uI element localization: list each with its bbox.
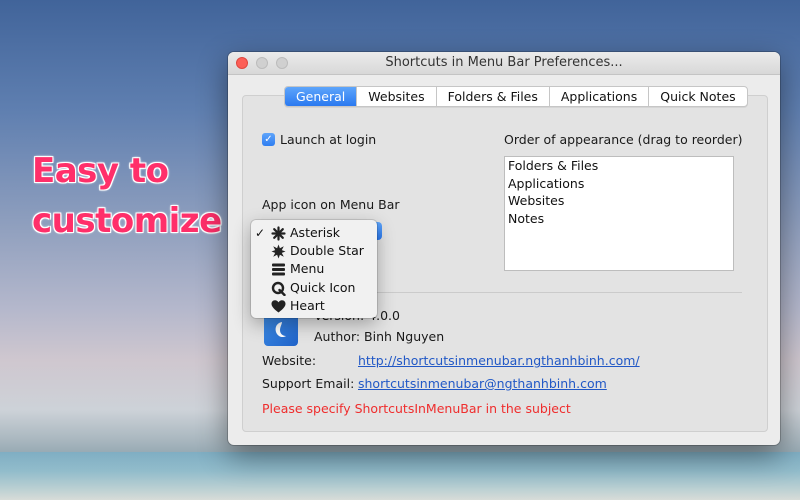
- website-label: Website:: [262, 353, 317, 368]
- app-icon-label: App icon on Menu Bar: [262, 197, 400, 212]
- app-logo-glyph: [275, 322, 286, 338]
- promo-line-2: customize: [32, 201, 222, 241]
- menu-item-asterisk[interactable]: ✓ Asterisk: [251, 224, 377, 242]
- support-email-link[interactable]: shortcutsinmenubar@ngthanhbinh.com: [358, 376, 607, 391]
- tab-applications[interactable]: Applications: [548, 87, 648, 106]
- menu-item-quick-icon[interactable]: Quick Icon: [251, 279, 377, 297]
- background-sea: [0, 452, 800, 500]
- menu-item-label: Asterisk: [290, 225, 341, 240]
- promo-line-1: Easy to: [32, 151, 169, 191]
- support-email-label: Support Email:: [262, 376, 355, 391]
- website-link[interactable]: http://shortcutsinmenubar.ngthanhbinh.co…: [358, 353, 640, 368]
- menu-item-label: Double Star: [290, 243, 364, 259]
- tab-folders-files[interactable]: Folders & Files: [435, 87, 549, 106]
- list-item[interactable]: Websites: [505, 192, 733, 210]
- menu-item-double-star[interactable]: Double Star: [251, 242, 377, 260]
- tab-quick-notes[interactable]: Quick Notes: [648, 87, 746, 106]
- menu-icon: [271, 262, 286, 277]
- list-item[interactable]: Notes: [505, 210, 733, 228]
- asterisk-icon: [271, 226, 286, 241]
- promo-headline: Easy to customize: [32, 146, 222, 246]
- app-logo: [264, 314, 298, 346]
- window-title: Shortcuts in Menu Bar Preferences...: [385, 55, 623, 70]
- menu-item-menu[interactable]: Menu: [251, 260, 377, 278]
- order-list[interactable]: Folders & Files Applications Websites No…: [504, 156, 734, 271]
- quick-icon: [271, 281, 286, 296]
- menu-item-label: Heart: [290, 297, 325, 313]
- app-icon-menu: ✓ Asterisk Double Star Menu Quick Icon H…: [251, 220, 377, 318]
- list-item[interactable]: Folders & Files: [505, 157, 733, 175]
- double-star-icon: [271, 244, 286, 259]
- tab-websites[interactable]: Websites: [356, 87, 435, 106]
- tab-general[interactable]: General: [285, 87, 357, 106]
- menu-item-heart[interactable]: Heart: [251, 297, 377, 315]
- list-item[interactable]: Applications: [505, 175, 733, 193]
- menu-item-label: Menu: [290, 261, 325, 277]
- launch-at-login-checkbox[interactable]: ✓: [262, 133, 275, 146]
- checkmark-icon: ✓: [255, 226, 266, 240]
- heart-icon: [271, 299, 286, 314]
- menu-item-label: Quick Icon: [290, 279, 356, 295]
- order-label: Order of appearance (drag to reorder): [504, 132, 743, 147]
- support-note: Please specify ShortcutsInMenuBar in the…: [262, 401, 571, 416]
- tab-bar: General Websites Folders & Files Applica…: [284, 86, 748, 107]
- title-bar[interactable]: Shortcuts in Menu Bar Preferences...: [228, 52, 780, 75]
- author-text: Author: Binh Nguyen: [314, 329, 445, 344]
- launch-at-login-label[interactable]: Launch at login: [280, 132, 376, 147]
